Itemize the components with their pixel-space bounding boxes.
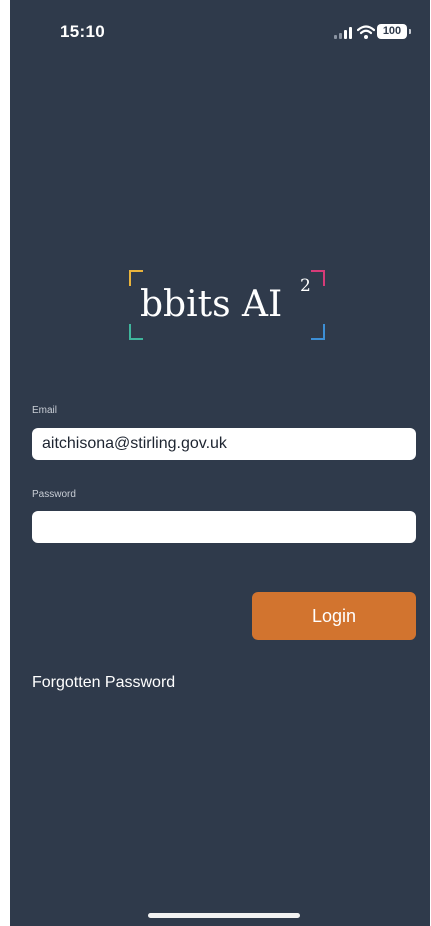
forgotten-password-link[interactable]: Forgotten Password bbox=[32, 674, 175, 692]
wifi-icon bbox=[357, 25, 375, 39]
logo-superscript: 2 bbox=[300, 276, 311, 296]
status-bar: 15:10 100 bbox=[10, 0, 430, 60]
battery-icon: 100 bbox=[377, 24, 411, 39]
signal-icon bbox=[334, 27, 352, 39]
logo-bracket-top-right bbox=[311, 270, 325, 286]
logo-bracket-bottom-right bbox=[311, 324, 325, 340]
status-time: 15:10 bbox=[60, 22, 105, 41]
email-field[interactable]: aitchisona@stirling.gov.uk bbox=[32, 428, 416, 460]
logo-bracket-bottom-left bbox=[129, 324, 143, 340]
email-label: Email bbox=[32, 405, 58, 416]
login-screen: 15:10 100 bbits AI 2 Email aitchisona@st… bbox=[10, 0, 430, 926]
logo-text: bbits AI bbox=[140, 284, 283, 325]
home-indicator[interactable] bbox=[148, 913, 300, 918]
login-button[interactable]: Login bbox=[252, 592, 416, 640]
password-field[interactable] bbox=[32, 511, 416, 543]
app-logo: bbits AI 2 bbox=[127, 270, 327, 340]
password-label: Password bbox=[32, 489, 76, 500]
